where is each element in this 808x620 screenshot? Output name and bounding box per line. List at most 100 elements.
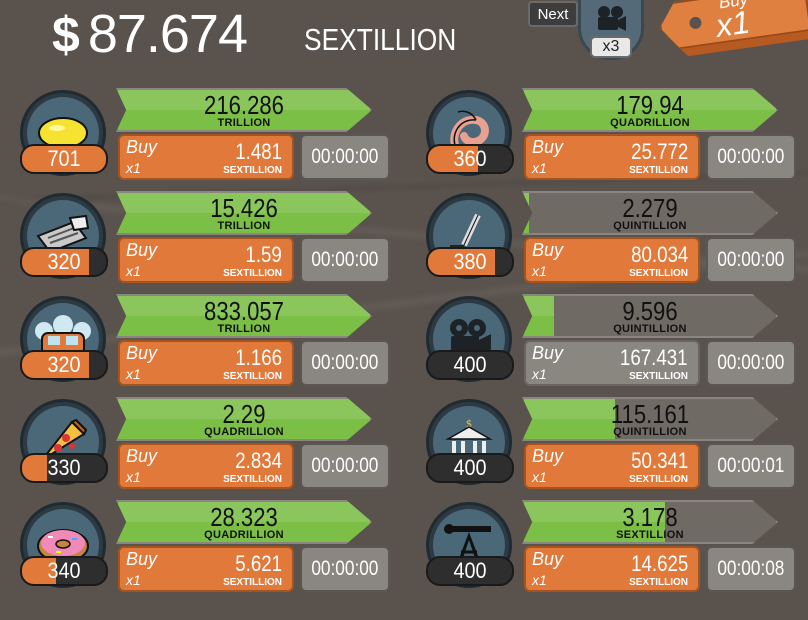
- buy-button[interactable]: Buy x1 2.834 SEXTILLION: [118, 443, 294, 489]
- business-count-value: 701: [47, 146, 81, 171]
- revenue-unit: QUADRILLION: [204, 426, 284, 438]
- buy-button[interactable]: Buy x1 167.431 SEXTILLION: [524, 340, 700, 386]
- buy-label: Buy: [126, 137, 158, 157]
- buy-cost-value: 167.431: [620, 345, 688, 370]
- business-card: 380 2.279 QUINTILLION Buy x1 80.034 SEXT…: [426, 191, 796, 291]
- business-count-value: 320: [47, 249, 81, 274]
- revenue-unit: QUINTILLION: [613, 426, 687, 438]
- business-timer: 00:00:00: [300, 134, 390, 180]
- buy-cost-unit: SEXTILLION: [629, 474, 688, 485]
- business-timer: 00:00:00: [300, 443, 390, 489]
- revenue-progress-bar[interactable]: 28.323 QUADRILLION: [116, 500, 372, 544]
- business-count: 400: [426, 350, 514, 380]
- buy-button[interactable]: Buy x1 14.625 SEXTILLION: [524, 546, 700, 592]
- money-display: $ 87.674: [52, 4, 248, 64]
- buy-button[interactable]: Buy x1 80.034 SEXTILLION: [524, 237, 700, 283]
- revenue-value: 179.94: [616, 90, 684, 120]
- timer-value: 00:00:00: [311, 557, 379, 580]
- business-count: 320: [20, 247, 108, 277]
- business-timer: 00:00:00: [706, 134, 796, 180]
- business-count-value: 320: [47, 352, 81, 377]
- buy-button[interactable]: Buy x1 5.621 SEXTILLION: [118, 546, 294, 592]
- buy-cost-unit: SEXTILLION: [223, 474, 282, 485]
- revenue-progress-bar[interactable]: 833.057 TRILLION: [116, 294, 372, 338]
- buy-label: Buy: [126, 343, 158, 363]
- revenue-value: 9.596: [622, 296, 678, 326]
- revenue-progress-bar[interactable]: 15.426 TRILLION: [116, 191, 372, 235]
- revenue-value: 2.29: [222, 399, 266, 429]
- revenue-value: 833.057: [204, 296, 284, 326]
- business-timer: 00:00:00: [300, 340, 390, 386]
- business-count-value: 400: [453, 558, 487, 583]
- buy-label: Buy: [126, 240, 158, 260]
- buy-button[interactable]: Buy x1 1.166 SEXTILLION: [118, 340, 294, 386]
- business-card: 400 3.178 SEXTILLION Buy x1 14.625 SEXTI…: [426, 500, 796, 600]
- business-count-value: 400: [453, 352, 487, 377]
- business-count: 380: [426, 247, 514, 277]
- buy-button[interactable]: Buy x1 25.772 SEXTILLION: [524, 134, 700, 180]
- buy-multiplier: x1: [126, 366, 141, 382]
- revenue-unit: QUADRILLION: [204, 529, 284, 541]
- business-card: 360 179.94 QUADRILLION Buy x1 25.772 SEX…: [426, 88, 796, 188]
- business-count-value: 340: [47, 558, 81, 583]
- business-card: 330 2.29 QUADRILLION Buy x1 2.834 SEXTIL…: [20, 397, 390, 497]
- buy-multiplier: x1: [532, 263, 547, 279]
- buy-multiplier: x1: [532, 366, 547, 382]
- buy-label: Buy: [532, 343, 564, 363]
- movie-camera-icon: [594, 5, 628, 40]
- buy-cost-unit: SEXTILLION: [629, 577, 688, 588]
- timer-value: 00:00:00: [717, 145, 785, 168]
- revenue-value: 28.323: [210, 502, 278, 532]
- timer-value: 00:00:00: [717, 351, 785, 374]
- buy-multiplier-value: x1: [713, 3, 753, 44]
- buy-cost-unit: SEXTILLION: [223, 165, 282, 176]
- buy-cost-value: 50.341: [630, 448, 688, 473]
- next-button[interactable]: Next: [528, 1, 578, 27]
- business-card: 320 833.057 TRILLION Buy x1 1.166 SEXTIL…: [20, 294, 390, 394]
- revenue-progress-bar[interactable]: 2.279 QUINTILLION: [522, 191, 778, 235]
- buy-label: Buy: [532, 137, 564, 157]
- revenue-progress-bar[interactable]: 9.596 QUINTILLION: [522, 294, 778, 338]
- business-timer: 00:00:00: [300, 546, 390, 592]
- revenue-progress-bar[interactable]: 115.161 QUINTILLION: [522, 397, 778, 441]
- business-timer: 00:00:00: [706, 340, 796, 386]
- buy-multiplier: x1: [532, 160, 547, 176]
- revenue-unit: QUINTILLION: [613, 323, 687, 335]
- buy-cost-value: 80.034: [630, 242, 688, 267]
- revenue-progress-bar[interactable]: 3.178 SEXTILLION: [522, 500, 778, 544]
- buy-button[interactable]: Buy x1 1.481 SEXTILLION: [118, 134, 294, 180]
- business-count: 320: [20, 350, 108, 380]
- revenue-unit: TRILLION: [217, 117, 271, 129]
- timer-value: 00:00:00: [311, 351, 379, 374]
- business-count-value: 330: [47, 455, 81, 480]
- buy-label: Buy: [126, 549, 158, 569]
- business-count-value: 360: [453, 146, 487, 171]
- buy-cost-value: 25.772: [630, 139, 688, 164]
- buy-button[interactable]: Buy x1 50.341 SEXTILLION: [524, 443, 700, 489]
- revenue-unit: TRILLION: [217, 323, 271, 335]
- buy-cost-unit: SEXTILLION: [223, 577, 282, 588]
- buy-multiplier: x1: [126, 469, 141, 485]
- buy-cost-unit: SEXTILLION: [629, 165, 688, 176]
- buy-cost-value: 5.621: [235, 551, 282, 576]
- buy-multiplier-button[interactable]: Buy x1: [657, 0, 808, 66]
- buy-cost-unit: SEXTILLION: [629, 371, 688, 382]
- revenue-progress-bar[interactable]: 2.29 QUADRILLION: [116, 397, 372, 441]
- revenue-unit: QUINTILLION: [613, 220, 687, 232]
- buy-button[interactable]: Buy x1 1.59 SEXTILLION: [118, 237, 294, 283]
- revenue-progress-bar[interactable]: 216.286 TRILLION: [116, 88, 372, 132]
- business-card: 400 9.596 QUINTILLION Buy x1 167.431 SEX…: [426, 294, 796, 394]
- revenue-value: 15.426: [210, 193, 278, 223]
- revenue-value: 2.279: [622, 193, 678, 223]
- business-count: 400: [426, 453, 514, 483]
- timer-value: 00:00:01: [717, 454, 785, 477]
- revenue-progress-bar[interactable]: 179.94 QUADRILLION: [522, 88, 778, 132]
- business-card: 340 28.323 QUADRILLION Buy x1 5.621 SEXT…: [20, 500, 390, 600]
- business-count: 400: [426, 556, 514, 586]
- business-timer: 00:00:01: [706, 443, 796, 489]
- manager-count: x3: [590, 36, 632, 58]
- business-card: 320 15.426 TRILLION Buy x1 1.59 SEXTILLI…: [20, 191, 390, 291]
- timer-value: 00:00:00: [311, 248, 379, 271]
- buy-multiplier: x1: [126, 572, 141, 588]
- revenue-value: 115.161: [610, 399, 690, 429]
